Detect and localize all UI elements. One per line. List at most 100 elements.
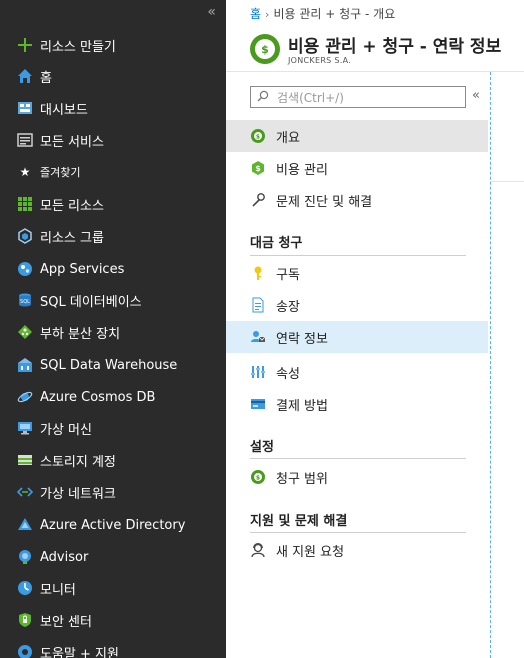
search-input[interactable]: 검색(Ctrl+/): [250, 86, 466, 108]
nav-item-home[interactable]: 홈: [0, 61, 226, 91]
nav-item-all-services[interactable]: 모든 서비스: [0, 125, 226, 155]
nav-item-label: 대시보드: [40, 102, 88, 118]
nav-item-label: 모든 리소스: [40, 198, 104, 214]
nav-item-label: 부하 분산 장치: [40, 326, 121, 342]
breadcrumb-home-link[interactable]: 홈: [250, 7, 261, 21]
menu-item-label: 속성: [276, 366, 300, 382]
wrench-icon: [250, 192, 266, 208]
create-resource-label: 리소스 만들기: [40, 39, 116, 55]
nav-item-label: 가상 머신: [40, 422, 92, 438]
collapse-menu-icon[interactable]: «: [472, 88, 480, 103]
menu-item-label: 비용 관리: [276, 162, 328, 178]
nav-item-dashboard[interactable]: 대시보드: [0, 93, 226, 123]
nav-item-resource-groups[interactable]: 리소스 그룹: [0, 221, 226, 251]
app-services-icon: [16, 260, 34, 278]
section-divider: [250, 458, 466, 459]
home-icon: [16, 67, 34, 85]
sql-database-icon: SQL: [16, 291, 34, 309]
search-placeholder: 검색(Ctrl+/): [277, 90, 344, 105]
nav-item-label: Advisor: [40, 549, 89, 565]
overview-icon: $: [250, 128, 266, 144]
menu-item-label: 결제 방법: [276, 398, 328, 414]
list-icon: [16, 131, 34, 149]
menu-item-properties[interactable]: 속성: [226, 356, 488, 388]
virtual-machine-icon: [16, 419, 34, 437]
content-pane-border: [490, 72, 491, 658]
nav-item-label: SQL 데이터베이스: [40, 294, 142, 310]
menu-item-label: 청구 범위: [276, 471, 328, 487]
menu-item-overview[interactable]: $ 개요: [226, 120, 488, 152]
nav-item-cosmos-db[interactable]: Azure Cosmos DB: [0, 382, 226, 412]
security-center-icon: [16, 611, 34, 629]
advisor-icon: [16, 548, 34, 566]
nav-item-label: 리소스 그룹: [40, 230, 104, 246]
load-balancer-icon: [16, 323, 34, 341]
support-request-icon: [250, 542, 266, 558]
main-area: 홈 › 비용 관리 + 청구 - 개요 $ 비용 관리 + 청구 - 연락 정보 J…: [226, 0, 524, 658]
collapse-nav-icon[interactable]: «: [207, 4, 216, 20]
menu-item-contact-info[interactable]: 연락 정보: [226, 321, 488, 353]
monitor-icon: [16, 579, 34, 597]
nav-item-label: 홈: [40, 70, 52, 86]
document-icon: [250, 297, 266, 313]
content-divider: [491, 181, 524, 182]
menu-item-label: 새 지원 요청: [276, 544, 345, 560]
section-support: 지원 및 문제 해결: [250, 514, 348, 529]
menu-item-label: 구독: [276, 267, 300, 283]
cost-management-billing-icon: $: [250, 34, 280, 64]
nav-item-label: 가상 네트워크: [40, 486, 116, 502]
nav-item-load-balancers[interactable]: 부하 분산 장치: [0, 317, 226, 347]
virtual-network-icon: [16, 483, 34, 501]
menu-item-subscriptions[interactable]: 구독: [226, 257, 488, 289]
breadcrumb: 홈 › 비용 관리 + 청구 - 개요: [250, 5, 395, 22]
breadcrumb-current-link[interactable]: 비용 관리 + 청구 - 개요: [273, 7, 395, 21]
nav-item-storage-accounts[interactable]: 스토리지 계정: [0, 445, 226, 475]
menu-item-new-support-request[interactable]: 새 지원 요청: [226, 534, 488, 566]
svg-text:$: $: [256, 475, 260, 482]
nav-item-sql-data-warehouse[interactable]: SQL Data Warehouse: [0, 350, 226, 380]
nav-item-label: 모니터: [40, 582, 76, 598]
nav-item-virtual-networks[interactable]: 가상 네트워크: [0, 477, 226, 507]
section-divider: [250, 532, 466, 533]
nav-item-monitor[interactable]: 모니터: [0, 573, 226, 603]
nav-item-app-services[interactable]: App Services: [0, 254, 226, 284]
section-settings: 설정: [250, 440, 274, 455]
favorites-header: ★ 즐겨찾기: [0, 157, 226, 187]
menu-item-payment-methods[interactable]: 결제 방법: [226, 388, 488, 420]
search-icon: [257, 90, 271, 105]
menu-item-invoices[interactable]: 송장: [226, 289, 488, 321]
menu-item-billing-scope[interactable]: $ 청구 범위: [226, 461, 488, 493]
contact-info-icon: [250, 329, 266, 345]
nav-item-sql-databases[interactable]: SQL SQL 데이터베이스: [0, 285, 226, 315]
svg-text:$: $: [256, 134, 260, 141]
menu-item-cost-management[interactable]: $ 비용 관리: [226, 152, 488, 184]
plus-icon: [16, 36, 34, 54]
create-resource-button[interactable]: 리소스 만들기: [0, 30, 226, 60]
menu-item-diagnose-solve[interactable]: 문제 진단 및 해결: [226, 184, 488, 216]
nav-item-label: Azure Active Directory: [40, 517, 186, 533]
cost-management-icon: $: [250, 160, 266, 176]
nav-item-label: 보안 센터: [40, 614, 92, 630]
nav-item-label: App Services: [40, 261, 125, 277]
nav-item-advisor[interactable]: Advisor: [0, 542, 226, 572]
chevron-right-icon: ›: [265, 8, 270, 21]
billing-scope-icon: $: [250, 469, 266, 485]
sql-data-warehouse-icon: [16, 356, 34, 374]
blade-header: $ 비용 관리 + 청구 - 연락 정보 JONCKERS S.A.: [250, 32, 524, 72]
dashboard-icon: [16, 99, 34, 117]
nav-item-virtual-machines[interactable]: 가상 머신: [0, 413, 226, 443]
nav-item-active-directory[interactable]: Azure Active Directory: [0, 510, 226, 540]
menu-item-label: 문제 진단 및 해결: [276, 194, 373, 210]
section-billing: 대금 청구: [250, 236, 303, 251]
grid-icon: [16, 195, 34, 213]
nav-item-label: 모든 서비스: [40, 134, 104, 150]
nav-item-label: Azure Cosmos DB: [40, 389, 156, 405]
nav-item-label: 스토리지 계정: [40, 454, 116, 470]
nav-item-help-support[interactable]: 도움말 + 지원: [0, 637, 226, 658]
star-icon: ★: [19, 165, 31, 179]
active-directory-icon: [16, 516, 34, 534]
cosmos-db-icon: [16, 388, 34, 406]
page-subtitle: JONCKERS S.A.: [288, 56, 352, 65]
nav-item-all-resources[interactable]: 모든 리소스: [0, 189, 226, 219]
nav-item-security-center[interactable]: 보안 센터: [0, 605, 226, 635]
